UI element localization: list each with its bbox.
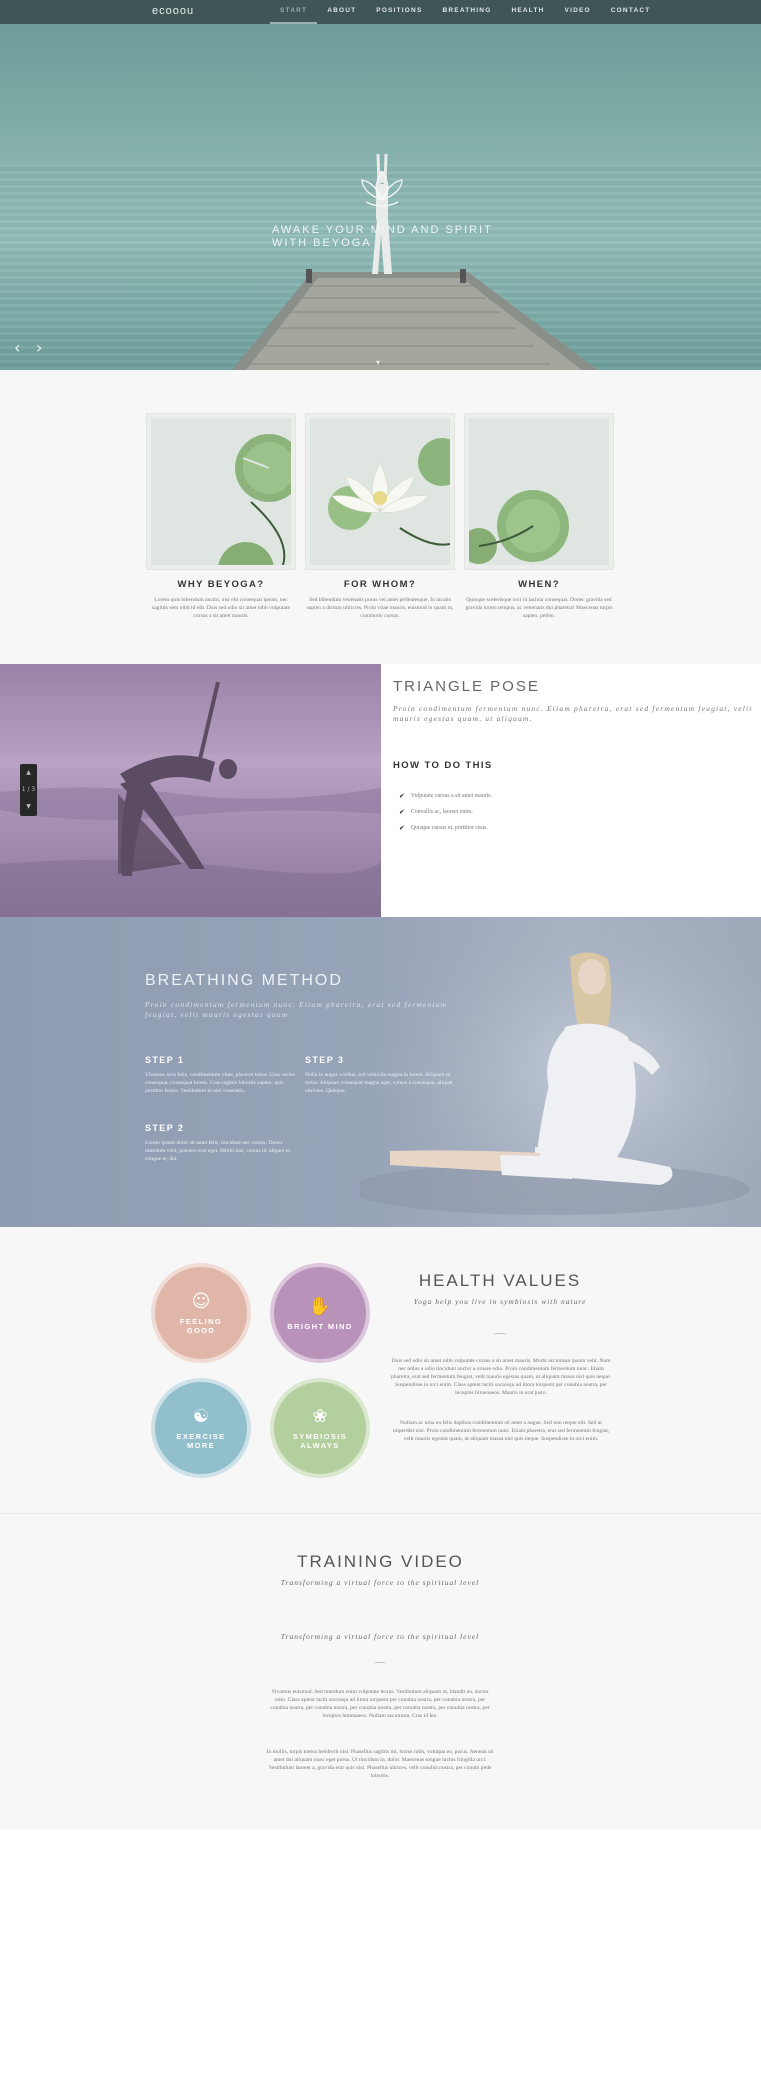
triangle-pose-content: TRIANGLE POSE Proin condimentum fermentu… — [381, 664, 761, 917]
feature-card: FOR WHOM? Sed bibendum venenatis purus v… — [306, 414, 454, 620]
features-section: WHY BEYOGA? Lorem quis bibendum auctor, … — [0, 370, 761, 664]
step-text: Nulla in augue a tellus, sed vehicula ma… — [305, 1072, 453, 1094]
check-icon: ✔ — [399, 824, 405, 832]
health-circle-feeling-good[interactable]: ☺ FEELING GOOD — [155, 1267, 247, 1359]
hero-slider: AWAKE YOUR MIND AND SPIRIT WITH BEYOGA ‹… — [0, 24, 761, 370]
section-lead: Proin condimentum fermentum nunc. Etiam … — [393, 704, 753, 723]
video-paragraph: In mollis, turpis metus hendrerit nisl. … — [266, 1749, 494, 1779]
video-section: TRAINING VIDEO Transforming a virtual fo… — [0, 1513, 761, 1829]
lily-pad-image — [218, 434, 291, 565]
nav-item-contact[interactable]: CONTACT — [601, 0, 661, 24]
section-title: TRIANGLE POSE — [393, 678, 540, 695]
scroll-down-icon[interactable]: ▾ — [376, 358, 380, 367]
video-paragraph: Vivamus euismod. Sed interdum enim vulpu… — [270, 1689, 490, 1719]
feature-text: Quisque scelerisque orci id lacinia cons… — [465, 597, 613, 619]
section-lead: Proin condimentum fermentum nunc. Etiam … — [145, 1000, 448, 1019]
health-section: ☺ FEELING GOOD ✋ BRIGHT MIND ☯ EXERCISE … — [0, 1227, 761, 1513]
step-text: Lorem ipsum dolor sit amet felis, tincid… — [145, 1140, 292, 1162]
feature-title: WHY BEYOGA? — [177, 579, 265, 590]
section-title: BREATHING METHOD — [145, 972, 343, 989]
position-slider-control: ▲ 1 / 3 ▼ — [20, 764, 37, 816]
health-circle-exercise-more[interactable]: ☯ EXERCISE MORE — [155, 1382, 247, 1474]
nav-item-positions[interactable]: POSITIONS — [366, 0, 432, 24]
nav-item-video[interactable]: VIDEO — [555, 0, 601, 24]
smiley-icon: ☺ — [191, 1291, 211, 1312]
meditation-icon: ☯ — [192, 1406, 210, 1427]
hand-icon: ✋ — [308, 1295, 332, 1317]
breathing-step: STEP 3 Nulla in augue a tellus, sed vehi… — [305, 1055, 455, 1095]
nav-item-breathing[interactable]: BREATHING — [433, 0, 502, 24]
feature-text: Lorem quis bibendum auctor, nisi elit co… — [152, 597, 290, 619]
feature-card: WHY BEYOGA? Lorem quis bibendum auctor, … — [147, 414, 295, 620]
slider-up-button[interactable]: ▲ — [20, 764, 37, 781]
logo[interactable]: ecooou — [152, 5, 194, 17]
slider-down-button[interactable]: ▼ — [20, 798, 37, 815]
feature-image — [147, 414, 295, 569]
hero-title: AWAKE YOUR MIND AND SPIRIT WITH BEYOGA — [272, 224, 493, 249]
howto-heading: HOW TO DO THIS — [393, 760, 493, 771]
health-paragraph: Duis sed odio sit amet nibh vulputate cu… — [391, 1358, 611, 1396]
step-text: Vivamus arcu felis, condimentum vitae, p… — [145, 1072, 295, 1094]
health-circle-symbiosis-always[interactable]: ❀ SYMBIOSIS ALWAYS — [274, 1382, 366, 1474]
chevron-left-icon[interactable]: ‹ — [14, 340, 20, 356]
howto-list: ✔ Vulputate cursus a sit amet mauris. ✔ Co… — [399, 788, 492, 836]
lotus-icon: ❀ — [312, 1406, 328, 1427]
health-paragraph: Nullam ac urna eu felis dapibus condimen… — [392, 1420, 610, 1442]
list-item: ✔ Convallis ac, laoreet enim. — [399, 808, 473, 816]
lily-pad-image — [469, 490, 569, 564]
check-icon: ✔ — [399, 792, 405, 800]
water-lily-image — [328, 438, 450, 546]
top-nav: ecooou START ABOUT POSITIONS BREATHING H… — [0, 0, 761, 24]
breathing-step: STEP 1 Vivamus arcu felis, condimentum v… — [145, 1055, 295, 1095]
feature-image — [306, 414, 454, 569]
feature-text: Sed bibendum venenatis purus vel amet pe… — [306, 597, 454, 619]
section-subtitle: Yoga help you live in symbiosis with nat… — [413, 1297, 587, 1306]
step-title: STEP 1 — [145, 1055, 185, 1065]
page-footer-space — [0, 1829, 761, 2075]
list-item: ✔ Vulputate cursus a sit amet mauris. — [399, 792, 492, 800]
section-subtitle: Transforming a virtual force to the spir… — [280, 1632, 480, 1641]
feature-title: WHEN? — [518, 579, 560, 590]
breathing-step: STEP 2 Lorem ipsum dolor sit amet felis,… — [145, 1123, 295, 1163]
feature-image — [465, 414, 613, 569]
hero-pier-image — [232, 153, 598, 370]
nav-menu: START ABOUT POSITIONS BREATHING HEALTH V… — [270, 0, 660, 24]
step-title: STEP 3 — [305, 1055, 345, 1065]
nav-item-about[interactable]: ABOUT — [317, 0, 366, 24]
health-circle-bright-mind[interactable]: ✋ BRIGHT MIND — [274, 1267, 366, 1359]
breathing-section: BREATHING METHOD Proin condimentum ferme… — [0, 917, 761, 1227]
triangle-pose-image — [0, 664, 381, 917]
feature-card: WHEN? Quisque scelerisque orci id lacini… — [465, 414, 613, 620]
nav-item-health[interactable]: HEALTH — [501, 0, 554, 24]
section-title: TRAINING VIDEO — [297, 1552, 464, 1571]
chevron-right-icon[interactable]: › — [36, 340, 42, 356]
nav-item-start[interactable]: START — [270, 0, 318, 24]
section-title: HEALTH VALUES — [418, 1271, 582, 1290]
feature-title: FOR WHOM? — [343, 579, 417, 590]
divider-ornament — [373, 1662, 387, 1665]
slider-counter: 1 / 3 — [21, 786, 36, 793]
check-icon: ✔ — [399, 808, 405, 816]
step-title: STEP 2 — [145, 1123, 185, 1133]
divider-ornament — [493, 1333, 507, 1336]
list-item: ✔ Quisque cursus et, porttitor risus. — [399, 824, 488, 832]
section-subtitle: Transforming a virtual force to the spir… — [280, 1578, 480, 1587]
